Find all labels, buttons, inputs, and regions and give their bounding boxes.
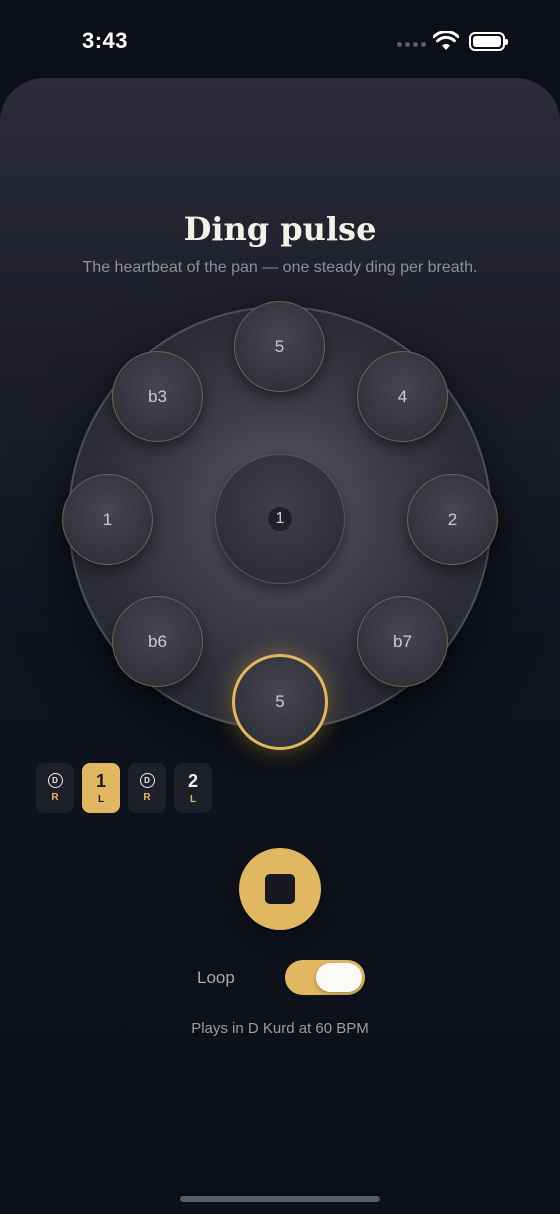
note-right-label: 2 bbox=[447, 509, 458, 529]
page-title: Ding pulse bbox=[183, 210, 377, 248]
note-upper-right[interactable]: 4 bbox=[357, 351, 448, 442]
note-lower-left-label: b6 bbox=[148, 631, 167, 651]
note-lower-right[interactable]: b7 bbox=[357, 596, 448, 687]
note-bottom-label: 5 bbox=[275, 692, 285, 711]
note-bottom-active[interactable]: 5 bbox=[232, 654, 328, 750]
tempo-note: Plays in D Kurd at 60 BPM bbox=[191, 1020, 369, 1037]
page-subtitle: The heartbeat of the pan — one steady di… bbox=[82, 259, 478, 276]
step-note: 1 bbox=[95, 770, 106, 791]
stop-button[interactable] bbox=[239, 848, 321, 930]
wifi-icon bbox=[433, 31, 459, 50]
note-top-label: 5 bbox=[274, 336, 285, 356]
stop-icon bbox=[265, 874, 295, 904]
sequence-step-2-active[interactable]: 1 L bbox=[82, 763, 120, 813]
note-left-label: 1 bbox=[102, 509, 113, 529]
hand-label: L bbox=[97, 793, 105, 805]
ding-note[interactable]: 1 bbox=[215, 454, 345, 584]
note-lower-left[interactable]: b6 bbox=[112, 596, 203, 687]
note-upper-left[interactable]: b3 bbox=[112, 351, 203, 442]
sequence-step-1[interactable]: D R bbox=[36, 763, 74, 813]
ding-note-label: 1 bbox=[268, 507, 292, 531]
toggle-knob bbox=[316, 963, 362, 992]
sequence-strip: D R 1 L D R 2 L bbox=[36, 763, 212, 813]
note-upper-left-label: b3 bbox=[148, 386, 167, 406]
note-right[interactable]: 2 bbox=[407, 474, 498, 565]
battery-icon bbox=[469, 32, 508, 51]
ding-symbol-icon: D bbox=[139, 773, 155, 788]
home-indicator[interactable] bbox=[180, 1196, 380, 1202]
sequence-step-4[interactable]: 2 L bbox=[174, 763, 212, 813]
hand-label: R bbox=[51, 792, 59, 803]
note-left[interactable]: 1 bbox=[62, 474, 153, 565]
note-top[interactable]: 5 bbox=[234, 301, 325, 392]
status-time: 3:43 bbox=[82, 28, 129, 53]
loop-label: Loop bbox=[197, 968, 235, 987]
cellular-signal-icon bbox=[397, 42, 426, 47]
hand-label: L bbox=[189, 793, 197, 805]
ding-symbol-icon: D bbox=[47, 773, 63, 788]
note-lower-right-label: b7 bbox=[393, 631, 412, 651]
loop-toggle[interactable] bbox=[285, 960, 365, 995]
step-note: 2 bbox=[187, 770, 198, 791]
hand-label: R bbox=[143, 792, 151, 803]
status-bar: 3:43 bbox=[0, 0, 560, 80]
note-upper-right-label: 4 bbox=[397, 386, 408, 406]
sequence-step-3[interactable]: D R bbox=[128, 763, 166, 813]
